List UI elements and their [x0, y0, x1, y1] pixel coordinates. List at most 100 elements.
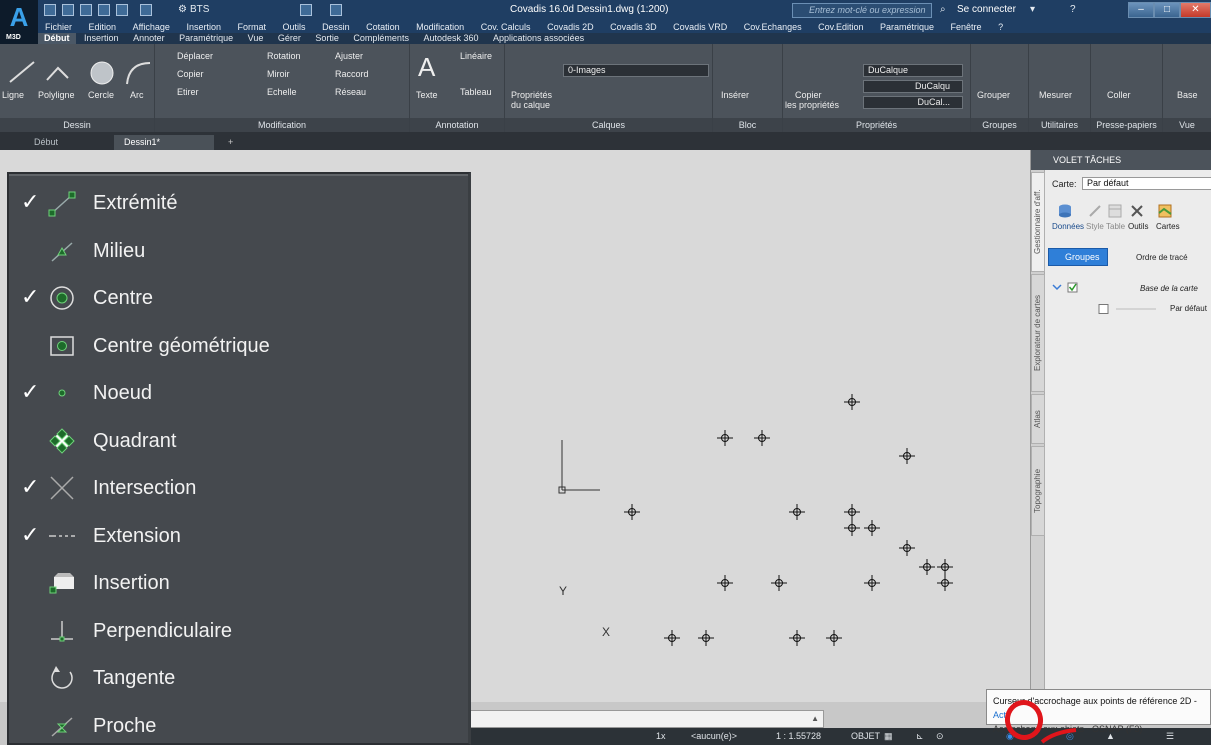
lineweight-dropdown[interactable]: DuCal... — [863, 96, 963, 109]
measure-tool-label[interactable]: Mesurer — [1039, 90, 1072, 100]
menu-item[interactable]: Affichage — [126, 21, 177, 33]
menu-item[interactable]: Covadis 2D — [540, 21, 601, 33]
menu-item[interactable]: Fenêtre — [944, 21, 989, 33]
menu-item[interactable]: ? — [991, 21, 1010, 33]
ribbon-tab[interactable]: Autodesk 360 — [417, 33, 484, 44]
match-props-label-2[interactable]: les propriétés — [785, 100, 839, 110]
point-marker[interactable] — [864, 575, 880, 591]
group-tool-label[interactable]: Grouper — [977, 90, 1010, 100]
group-title-dessin[interactable]: Dessin — [0, 118, 154, 132]
array-tool[interactable]: Réseau — [335, 86, 366, 98]
polyline-tool-label[interactable]: Polyligne — [38, 90, 75, 100]
annotation-scale-zoom[interactable]: 1x — [656, 728, 666, 745]
visibility-dropdown[interactable]: <aucun(e)> — [691, 728, 737, 745]
point-marker[interactable] — [864, 520, 880, 536]
layer-dropdown[interactable]: 0-Images — [563, 64, 709, 77]
point-marker[interactable] — [919, 559, 935, 575]
ribbon-tab[interactable]: Applications associées — [487, 33, 590, 44]
vtab-display-manager[interactable]: Gestionnaire d'aff. — [1031, 172, 1045, 272]
undo-icon[interactable] — [116, 4, 128, 16]
point-marker[interactable] — [844, 520, 860, 536]
search-input[interactable]: Entrez mot-clé ou expression — [792, 3, 932, 18]
menu-item[interactable]: Paramétrique — [873, 21, 941, 33]
close-button[interactable]: ✕ — [1180, 2, 1211, 18]
help-icon[interactable]: ? — [1070, 3, 1076, 17]
osnap-menu-item[interactable]: Proche — [9, 701, 469, 745]
maps-icon[interactable] — [1158, 204, 1172, 218]
groups-tab[interactable]: Groupes — [1048, 248, 1108, 266]
workspace-gear-icon[interactable]: ⚙ — [178, 3, 187, 17]
grid-icon[interactable]: ▦ — [884, 728, 893, 745]
menu-item[interactable]: Fichier — [38, 21, 79, 33]
print-icon[interactable] — [98, 4, 110, 16]
osnap-menu-item[interactable]: ✓ Extension — [9, 511, 469, 560]
table-icon[interactable] — [1108, 204, 1122, 218]
base-view-label[interactable]: Base — [1177, 90, 1198, 100]
group-title-utilitaires[interactable]: Utilitaires — [1029, 118, 1090, 132]
fillet-tool[interactable]: Raccord — [335, 68, 369, 80]
layer-props-label-2[interactable]: du calque — [511, 100, 550, 110]
osnap-menu-item[interactable]: ✓ Noeud — [9, 368, 469, 417]
line-tool-label[interactable]: Ligne — [2, 90, 24, 100]
layer-quick-icon[interactable] — [300, 4, 312, 16]
table-tool-label[interactable]: Table — [1106, 222, 1125, 231]
menu-item[interactable]: Outils — [276, 21, 313, 33]
stretch-tool[interactable]: Etirer — [177, 86, 199, 98]
new-tab-button[interactable]: + — [218, 135, 243, 150]
ribbon-tab[interactable]: Gérer — [272, 33, 307, 44]
doc-tab-start[interactable]: Début — [24, 135, 68, 150]
doc-tab-dessin1[interactable]: Dessin1* — [114, 135, 214, 150]
ribbon-tab[interactable]: Compléments — [347, 33, 415, 44]
style-tool-label[interactable]: Style — [1086, 222, 1104, 231]
menu-item[interactable]: Dessin — [315, 21, 357, 33]
group-title-annotation[interactable]: Annotation — [410, 118, 504, 132]
point-marker[interactable] — [789, 504, 805, 520]
ortho-icon[interactable]: ⊾ — [916, 728, 924, 745]
line-tool-icon[interactable] — [8, 60, 36, 84]
ribbon-tab-debut[interactable]: Début — [38, 33, 76, 44]
object-mode[interactable]: OBJET — [851, 728, 880, 745]
menu-item[interactable]: Cov. Calculs — [474, 21, 538, 33]
match-props-label[interactable]: Copier — [795, 90, 822, 100]
save-icon[interactable] — [80, 4, 92, 16]
point-marker[interactable] — [844, 504, 860, 520]
trim-tool[interactable]: Ajuster — [335, 50, 363, 62]
point-marker[interactable] — [789, 630, 805, 646]
osnap-menu-item[interactable]: ✓ Intersection — [9, 463, 469, 512]
ribbon-tab[interactable]: Annoter — [127, 33, 171, 44]
osnap-menu-item[interactable]: ✓ Centre — [9, 273, 469, 322]
arc-tool-icon[interactable] — [124, 60, 152, 86]
menu-item[interactable]: Format — [231, 21, 274, 33]
match-quick-icon[interactable] — [330, 4, 342, 16]
copy-tool[interactable]: Copier — [177, 68, 204, 80]
menu-item[interactable]: Edition — [82, 21, 124, 33]
layer-props-label[interactable]: Propriétés — [511, 90, 552, 100]
insert-block-label[interactable]: Insérer — [721, 90, 749, 100]
signin-link[interactable]: Se connecter — [957, 4, 1016, 15]
menu-item[interactable]: Cov.Echanges — [737, 21, 809, 33]
command-line[interactable]: ▲ — [466, 710, 824, 728]
ribbon-tab[interactable]: Vue — [242, 33, 270, 44]
point-marker[interactable] — [717, 430, 733, 446]
app-logo[interactable]: A M3D — [0, 0, 38, 44]
data-icon[interactable] — [1058, 204, 1072, 218]
mirror-tool[interactable]: Miroir — [267, 68, 290, 80]
paste-tool-label[interactable]: Coller — [1107, 90, 1131, 100]
point-marker[interactable] — [899, 448, 915, 464]
menu-item[interactable]: Cotation — [359, 21, 407, 33]
menu-item[interactable]: Modification — [409, 21, 471, 33]
vtab-topography[interactable]: Topographie — [1031, 446, 1045, 536]
ribbon-tab[interactable]: Sortie — [309, 33, 345, 44]
point-marker[interactable] — [624, 504, 640, 520]
tools-tool-label[interactable]: Outils — [1128, 222, 1148, 231]
text-tool-icon[interactable]: A — [418, 54, 435, 80]
workspace-name[interactable]: BTS — [190, 3, 209, 17]
group-title-presse-papiers[interactable]: Presse-papiers — [1091, 118, 1162, 132]
vtab-map-explorer[interactable]: Explorateur de cartes — [1031, 274, 1045, 392]
default-layer-checkbox-icon[interactable] — [1098, 304, 1158, 314]
color-dropdown[interactable]: DuCalque — [863, 64, 963, 77]
style-icon[interactable] — [1088, 204, 1102, 218]
tools-icon[interactable] — [1130, 204, 1144, 218]
group-title-proprietes[interactable]: Propriétés — [783, 118, 970, 132]
osnap-menu-item[interactable]: Quadrant — [9, 416, 469, 465]
